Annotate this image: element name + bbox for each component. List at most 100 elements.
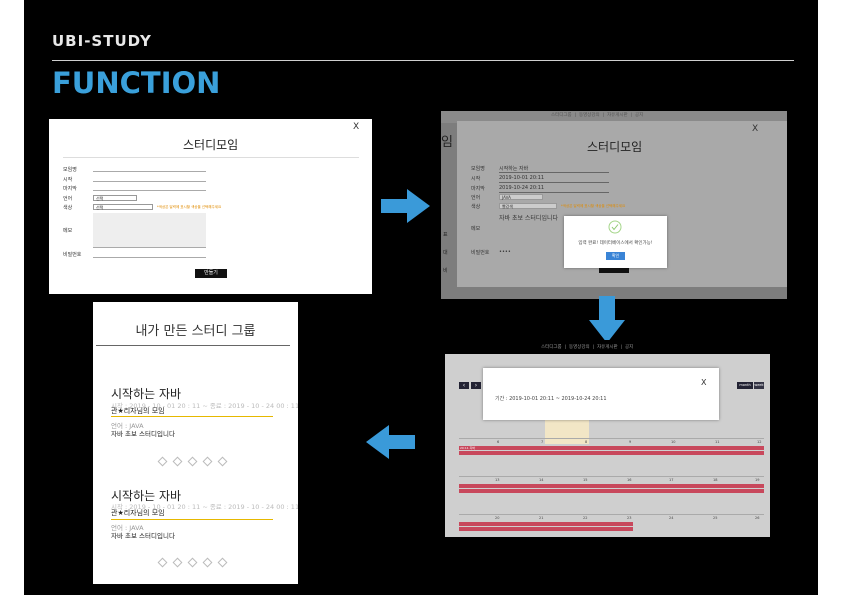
label-name: 모임명 — [63, 167, 77, 173]
diamond-icon — [172, 557, 183, 568]
alert-ok-button[interactable]: 확인 — [606, 252, 625, 260]
event-label: 20:11 자바 — [460, 446, 476, 450]
event-bar[interactable] — [459, 446, 764, 450]
diamond-icon — [172, 456, 183, 467]
card-owner: 관★리자님의 모임 — [111, 407, 165, 415]
event-bar[interactable] — [459, 489, 764, 493]
page-side-text: 임 — [441, 135, 453, 150]
start-value[interactable]: 2019-10-01 20:11 — [499, 175, 544, 181]
diamond-icon — [217, 456, 228, 467]
start-underline — [499, 182, 609, 183]
nav-sep: | — [620, 345, 623, 350]
arrow-down-icon — [589, 296, 625, 343]
week-row — [459, 514, 764, 515]
event-bar[interactable] — [459, 527, 633, 531]
label-end: 마지막 — [63, 186, 77, 192]
label-password: 비밀번호 — [471, 250, 490, 256]
highlight-cell — [545, 420, 589, 444]
card-description: 자바 초보 스터디입니다 — [111, 430, 175, 438]
label-end: 마지막 — [471, 186, 485, 192]
event-period: 기간 : 2019-10-01 20:11 ~ 2019-10-24 20:11 — [495, 396, 607, 402]
memo-value[interactable]: 자바 초보 스터디입니다 — [499, 213, 558, 222]
diamond-icon — [187, 456, 198, 467]
calendar-screenshot: 스터디그룹 | 동영상강의 | 자유게시판 | 공지 ‹ › month wee… — [445, 340, 770, 537]
day-number: 23 — [627, 516, 632, 520]
top-nav: 스터디그룹 | 동영상강의 | 자유게시판 | 공지 — [541, 344, 633, 350]
day-number: 10 — [671, 440, 676, 444]
card-divider — [111, 519, 273, 520]
my-groups-screenshot: 내가 만든 스터디 그룹 시작하는 자바 시작 : 2019 - 10 - 01… — [93, 302, 298, 584]
color-hint: *색상은 달력에 표시할 색상을 선택해주세요 — [157, 205, 222, 209]
diamond-icon — [187, 557, 198, 568]
nav-item-board[interactable]: 자유게시판 — [607, 113, 628, 118]
nav-item-video[interactable]: 동영상강의 — [569, 345, 590, 350]
slide-title: FUNCTION — [52, 66, 221, 100]
nav-sep: | — [574, 113, 577, 118]
end-input[interactable] — [93, 190, 206, 191]
label-lang: 언어 — [471, 195, 481, 201]
name-input[interactable] — [93, 171, 206, 172]
name-value[interactable]: 시작하는 자바 — [499, 165, 528, 172]
side-label: 대 — [443, 250, 448, 256]
create-button[interactable]: 만들기 — [195, 269, 227, 278]
label-color: 색상 — [63, 205, 73, 211]
end-value[interactable]: 2019-10-24 20:11 — [499, 185, 544, 191]
day-number: 11 — [715, 440, 720, 444]
arrow-right-icon — [381, 189, 430, 223]
side-label: 비 — [443, 268, 448, 274]
day-number: 7 — [541, 440, 544, 444]
close-icon[interactable]: X — [752, 124, 758, 134]
password-value[interactable]: •••• — [499, 249, 511, 255]
diamond-icon — [157, 557, 168, 568]
event-bar[interactable] — [459, 484, 764, 488]
label-password: 비밀번호 — [63, 252, 82, 258]
day-number: 17 — [669, 478, 674, 482]
next-button[interactable]: › — [471, 382, 481, 389]
diamond-icon — [157, 456, 168, 467]
prev-button[interactable]: ‹ — [459, 382, 469, 389]
close-icon[interactable]: X — [353, 122, 359, 132]
day-number: 24 — [669, 516, 674, 520]
password-input[interactable] — [93, 257, 206, 258]
lang-select[interactable]: JAVA — [499, 194, 543, 200]
week-row — [459, 438, 764, 439]
side-label: 표 — [443, 232, 448, 238]
start-input[interactable] — [93, 181, 206, 182]
label-memo: 메모 — [63, 228, 73, 234]
confirm-screenshot: 스터디그룹 | 동영상강의 | 자유게시판 | 공지 임 표 대 비 X 스터디… — [441, 111, 787, 299]
nav-item-study[interactable]: 스터디그룹 — [541, 345, 562, 350]
check-circle-icon — [608, 220, 622, 234]
day-number: 6 — [497, 440, 500, 444]
event-bar[interactable] — [459, 451, 764, 455]
nav-item-notice[interactable]: 공지 — [625, 345, 633, 350]
day-number: 14 — [539, 478, 544, 482]
card-owner: 관★리자님의 모임 — [111, 509, 165, 517]
lang-select[interactable]: 선택 — [93, 195, 137, 201]
week-button[interactable]: week — [754, 382, 764, 389]
nav-item-notice[interactable]: 공지 — [635, 113, 643, 118]
name-underline — [499, 172, 609, 173]
event-bar[interactable] — [459, 522, 633, 526]
slide-subtitle: UBI-STUDY — [52, 32, 152, 50]
nav-item-video[interactable]: 동영상강의 — [579, 113, 600, 118]
color-hint: *색상은 달력에 표시할 색상을 선택해주세요 — [561, 204, 626, 208]
nav-item-study[interactable]: 스터디그룹 — [551, 113, 572, 118]
alert-message: 입력 완료! 데이터베이스에서 확인가능! — [578, 241, 653, 246]
nav-sep: | — [630, 113, 633, 118]
day-number: 21 — [539, 516, 544, 520]
label-start: 시작 — [471, 176, 481, 182]
diamond-icon — [217, 557, 228, 568]
label-name: 모임명 — [471, 166, 485, 172]
nav-item-board[interactable]: 자유게시판 — [597, 345, 618, 350]
arrow-left-icon — [366, 425, 415, 459]
title-divider — [96, 345, 290, 346]
memo-textarea[interactable] — [93, 213, 206, 247]
color-select[interactable]: 선택 — [93, 204, 153, 210]
week-row — [459, 476, 764, 477]
color-select[interactable]: 빨강색 — [499, 203, 557, 209]
label-color: 색상 — [471, 204, 481, 210]
close-icon[interactable]: X — [701, 378, 706, 387]
month-button[interactable]: month — [737, 382, 753, 389]
diamond-icon — [202, 456, 213, 467]
card-divider — [111, 416, 273, 417]
